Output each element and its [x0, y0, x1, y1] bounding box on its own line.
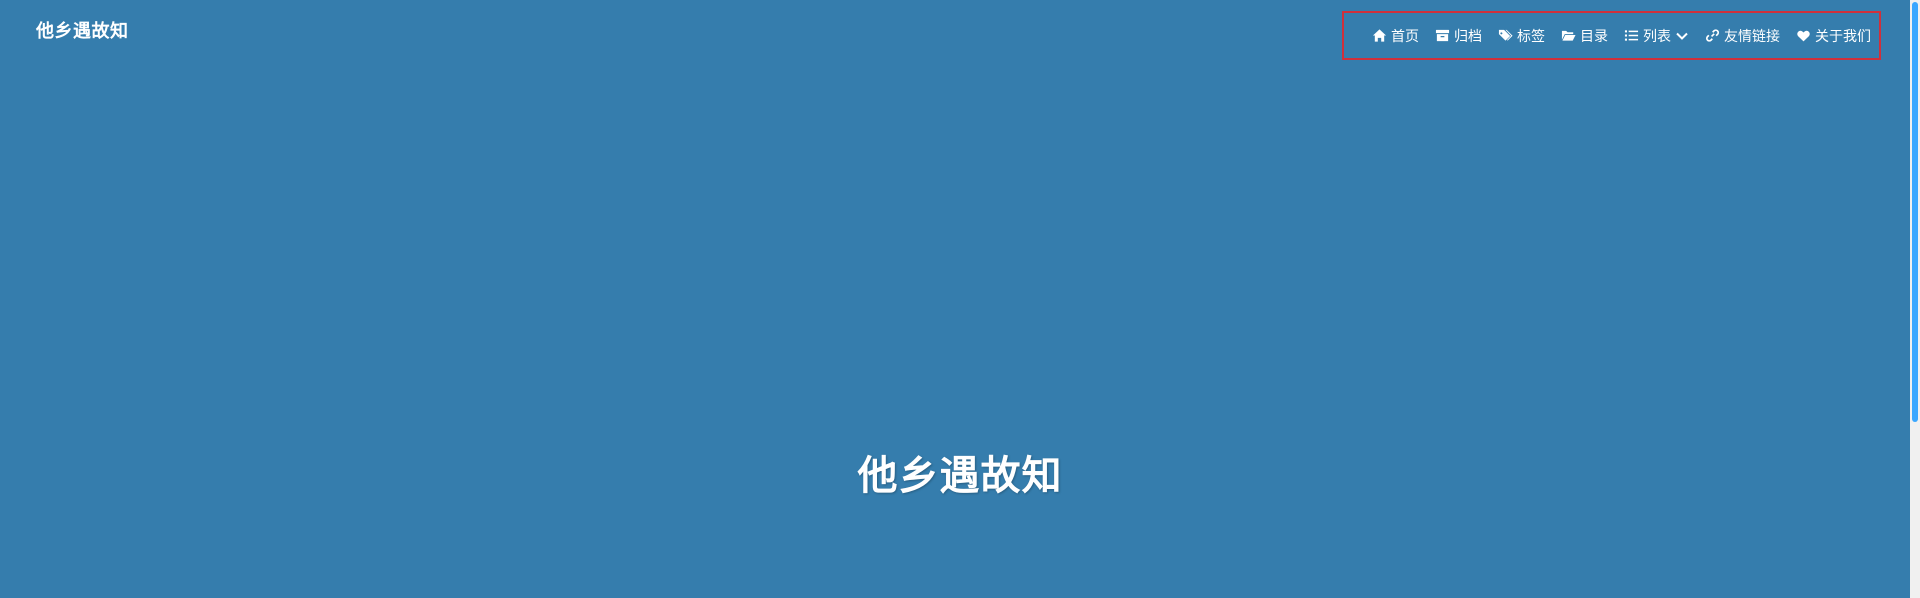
chevron-down-icon [1675, 29, 1689, 43]
nav-item-label: 归档 [1454, 28, 1482, 45]
main-nav: 首页 归档 标签 目录 列表 友情链接 关于我们 [1342, 11, 1881, 60]
nav-item-label: 友情链接 [1724, 28, 1780, 45]
tags-icon [1497, 28, 1513, 44]
nav-item-label: 标签 [1517, 28, 1545, 45]
nav-item-friend-links[interactable]: 友情链接 [1704, 26, 1780, 46]
page: 他乡遇故知 首页 归档 标签 目录 列表 友情链接 关于我们 他乡遇故知 [0, 0, 1920, 598]
scrollbar-thumb[interactable] [1912, 2, 1918, 422]
link-icon [1704, 28, 1720, 44]
site-brand[interactable]: 他乡遇故知 [36, 17, 129, 43]
nav-item-list[interactable]: 列表 [1623, 26, 1689, 46]
nav-item-label: 列表 [1643, 28, 1671, 45]
list-icon [1623, 28, 1639, 44]
nav-item-label: 目录 [1580, 28, 1608, 45]
folder-open-icon [1560, 28, 1576, 44]
page-scrollbar[interactable] [1910, 0, 1920, 598]
nav-item-home[interactable]: 首页 [1371, 26, 1419, 46]
archive-icon [1434, 28, 1450, 44]
nav-item-label: 关于我们 [1815, 28, 1871, 45]
hero-title: 他乡遇故知 [857, 452, 1063, 499]
nav-item-about[interactable]: 关于我们 [1795, 26, 1871, 46]
home-icon [1371, 28, 1387, 44]
nav-item-catalog[interactable]: 目录 [1560, 26, 1608, 46]
heart-icon [1795, 28, 1811, 44]
nav-item-label: 首页 [1391, 28, 1419, 45]
nav-item-archive[interactable]: 归档 [1434, 26, 1482, 46]
nav-item-tags[interactable]: 标签 [1497, 26, 1545, 46]
